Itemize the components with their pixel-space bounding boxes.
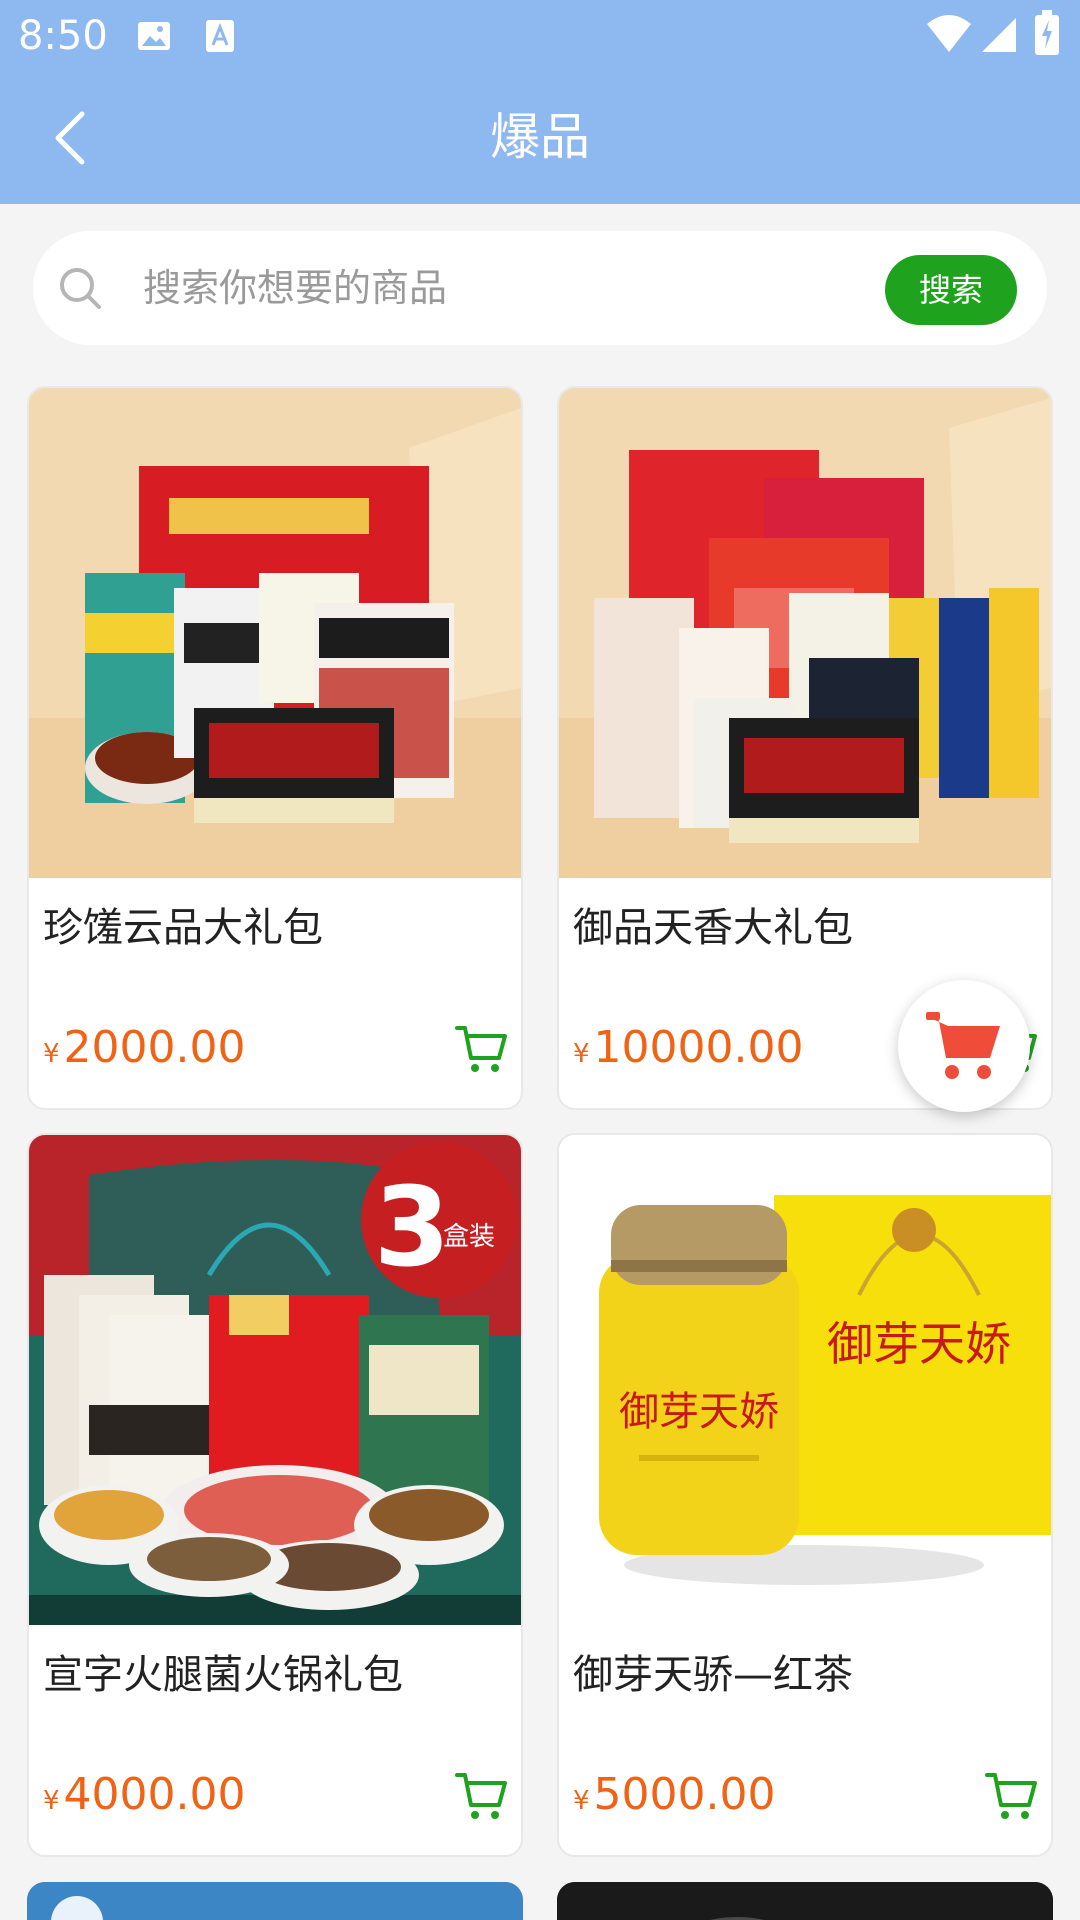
product-name[interactable]: 珍馐云品大礼包 bbox=[43, 898, 323, 958]
currency-symbol: ¥ bbox=[573, 1786, 590, 1816]
floating-cart-button[interactable] bbox=[898, 980, 1030, 1112]
product-price: ¥4000.00 bbox=[43, 1765, 246, 1834]
jar-brand-text: 御芽天娇 bbox=[619, 1389, 779, 1435]
product-image[interactable] bbox=[557, 1882, 1053, 1920]
product-price: ¥5000.00 bbox=[573, 1765, 776, 1834]
search-button[interactable]: 搜索 bbox=[885, 255, 1017, 325]
product-card-partial[interactable] bbox=[27, 1882, 523, 1920]
product-image[interactable]: 御芽天娇 御芽天娇 bbox=[559, 1135, 1051, 1625]
product-price: ¥2000.00 bbox=[43, 1018, 246, 1087]
product-image[interactable] bbox=[559, 388, 1051, 878]
product-image[interactable] bbox=[29, 388, 521, 878]
cart-icon[interactable] bbox=[983, 1767, 1039, 1823]
wifi-icon bbox=[927, 15, 971, 52]
page-title: 爆品 bbox=[490, 108, 590, 166]
product-card-partial[interactable] bbox=[557, 1882, 1053, 1920]
product-image[interactable]: 3 盒装 bbox=[29, 1135, 521, 1625]
floating-cart-icon bbox=[926, 1012, 1000, 1079]
search-icon bbox=[60, 268, 101, 309]
price-value: 10000.00 bbox=[593, 1022, 804, 1073]
currency-symbol: ¥ bbox=[573, 1039, 590, 1069]
product-card[interactable]: 3 盒装 宣字火腿菌火锅礼包 ¥4000.00 bbox=[27, 1133, 523, 1857]
product-card[interactable]: 御芽天娇 御芽天娇 御芽天骄—红茶 ¥5000.00 bbox=[557, 1133, 1053, 1857]
currency-symbol: ¥ bbox=[43, 1039, 60, 1069]
status-time: 8:50 bbox=[18, 13, 108, 59]
search-input[interactable] bbox=[143, 253, 883, 323]
currency-symbol: ¥ bbox=[43, 1786, 60, 1816]
box-brand-text: 御芽天娇 bbox=[827, 1317, 1011, 1371]
cart-icon[interactable] bbox=[453, 1767, 509, 1823]
badge-text: 盒装 bbox=[443, 1222, 495, 1252]
price-value: 4000.00 bbox=[63, 1769, 246, 1820]
status-bar: 8:50 bbox=[0, 0, 1080, 72]
cart-icon[interactable] bbox=[453, 1020, 509, 1076]
image-notification-icon bbox=[138, 22, 170, 50]
signal-icon bbox=[982, 18, 1016, 52]
badge-number: 3 bbox=[374, 1163, 451, 1291]
font-notification-icon bbox=[206, 20, 234, 52]
search-bar: 搜索 bbox=[33, 231, 1047, 345]
product-card[interactable]: 珍馐云品大礼包 ¥2000.00 bbox=[27, 386, 523, 1110]
product-name[interactable]: 御品天香大礼包 bbox=[573, 898, 853, 958]
battery-icon bbox=[1035, 10, 1059, 55]
price-value: 2000.00 bbox=[63, 1022, 246, 1073]
product-name[interactable]: 御芽天骄—红茶 bbox=[573, 1645, 853, 1705]
product-name[interactable]: 宣字火腿菌火锅礼包 bbox=[43, 1645, 403, 1705]
price-value: 5000.00 bbox=[593, 1769, 776, 1820]
product-image[interactable] bbox=[27, 1882, 523, 1920]
product-price: ¥10000.00 bbox=[573, 1018, 804, 1087]
app-bar: 爆品 bbox=[0, 72, 1080, 204]
